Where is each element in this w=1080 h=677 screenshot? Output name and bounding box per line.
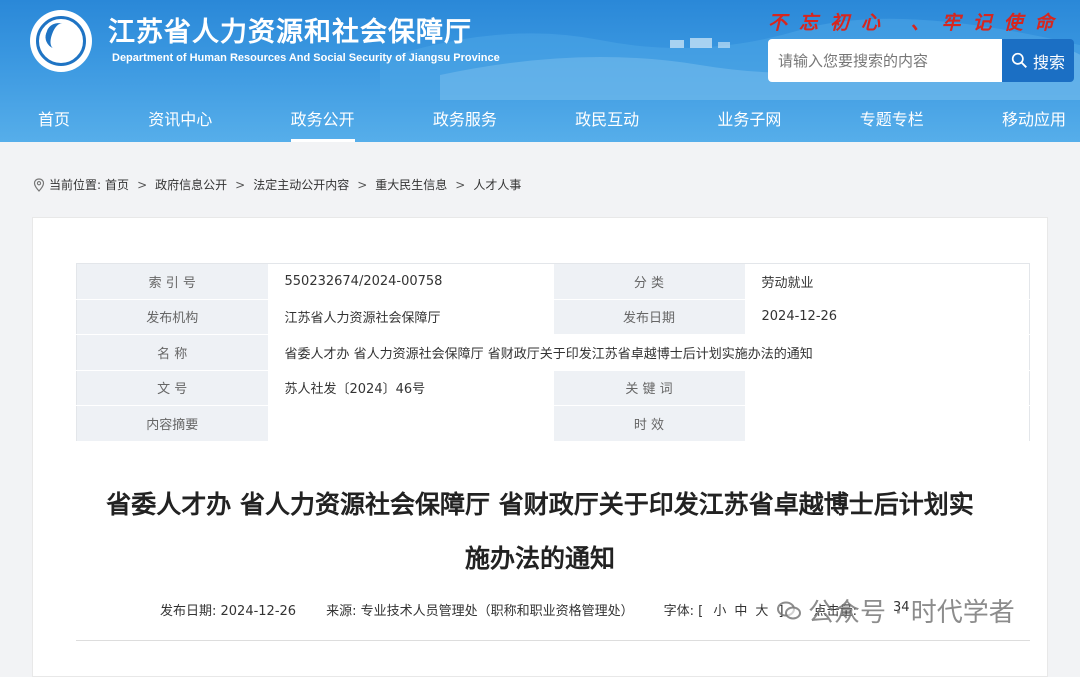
breadcrumb: 当前位置: 首页 > 政府信息公开 > 法定主动公开内容 > 重大民生信息 > … bbox=[33, 176, 521, 193]
site-header: 江苏省人力资源和社会保障厅 Department of Human Resour… bbox=[0, 0, 1080, 142]
nav-item-business-subnets[interactable]: 业务子网 bbox=[717, 98, 781, 142]
font-size-medium-button[interactable]: 中 bbox=[734, 600, 747, 619]
breadcrumb-home[interactable]: 首页 bbox=[105, 176, 129, 193]
font-size-large-button[interactable]: 大 bbox=[755, 600, 768, 619]
site-subtitle: Department of Human Resources And Social… bbox=[112, 52, 500, 64]
document-name-label: 名 称 bbox=[76, 334, 268, 371]
breadcrumb-separator-icon: > bbox=[235, 177, 246, 192]
wechat-icon bbox=[777, 601, 801, 619]
document-title-line-2: 施办法的通知 bbox=[464, 544, 615, 573]
search-button-label: 搜索 bbox=[1032, 52, 1065, 72]
abstract-label: 内容摘要 bbox=[76, 405, 268, 442]
table-row: 发布机构 江苏省人力资源社会保障厅 发布日期 2024-12-26 bbox=[76, 298, 1030, 335]
publish-date-label: 发布日期 bbox=[553, 298, 745, 335]
nav-item-home[interactable]: 首页 bbox=[38, 98, 70, 142]
header-slogan: 不忘初心 、牢记使命 bbox=[768, 12, 1066, 34]
breadcrumb-statutory-content[interactable]: 法定主动公开内容 bbox=[253, 176, 349, 193]
nav-item-government-affairs-disclosure[interactable]: 政务公开 bbox=[290, 98, 355, 142]
table-row: 文 号 苏人社发〔2024〕46号 关 键 词 bbox=[76, 369, 1030, 406]
watermark-text: 公众号 · 时代学者 bbox=[808, 598, 1015, 628]
breadcrumb-separator-icon: > bbox=[455, 177, 466, 192]
validity-label: 时 效 bbox=[553, 405, 745, 442]
abstract-value bbox=[267, 405, 554, 442]
validity-value bbox=[744, 405, 1030, 442]
table-row: 索 引 号 550232674/2024-00758 分 类 劳动就业 bbox=[76, 263, 1030, 300]
document-name-value: 省委人才办 省人力资源社会保障厅 省财政厅关于印发江苏省卓越博士后计划实施办法的… bbox=[267, 334, 1030, 371]
keywords-label: 关 键 词 bbox=[553, 369, 745, 406]
publish-date-value: 2024-12-26 bbox=[744, 298, 1030, 335]
breadcrumb-separator-icon: > bbox=[357, 177, 368, 192]
index-number-label: 索 引 号 bbox=[76, 263, 268, 300]
breadcrumb-prefix: 当前位置: bbox=[49, 178, 102, 192]
breadcrumb-livelihood-info[interactable]: 重大民生信息 bbox=[375, 176, 447, 193]
table-row: 内容摘要 时 效 bbox=[76, 405, 1030, 442]
breadcrumb-gov-info-disclosure[interactable]: 政府信息公开 bbox=[155, 176, 227, 193]
wechat-watermark: 公众号 · 时代学者 bbox=[776, 592, 1015, 629]
site-logo[interactable] bbox=[30, 10, 92, 72]
font-size-label: 字体: [ bbox=[663, 604, 704, 619]
publisher-value: 江苏省人力资源社会保障厅 bbox=[267, 298, 554, 335]
breadcrumb-separator-icon: > bbox=[137, 177, 148, 192]
table-row: 名 称 省委人才办 省人力资源社会保障厅 省财政厅关于印发江苏省卓越博士后计划实… bbox=[76, 334, 1030, 371]
document-publish-date: 发布日期: 2024-12-26 bbox=[160, 604, 297, 619]
nav-item-news-center[interactable]: 资讯中心 bbox=[148, 98, 212, 142]
document-number-label: 文 号 bbox=[76, 369, 268, 406]
search-icon bbox=[1011, 52, 1027, 68]
font-size-small-button[interactable]: 小 bbox=[713, 600, 726, 619]
document-title-line-1: 省委人才办 省人力资源社会保障厅 省财政厅关于印发江苏省卓越博士后计划实 bbox=[106, 490, 974, 519]
document-source: 来源: 专业技术人员管理处（职称和职业资格管理处） bbox=[326, 604, 634, 619]
main-nav: 首页 资讯中心 政务公开 政务服务 政民互动 业务子网 专题专栏 移动应用 bbox=[0, 98, 1080, 142]
index-number-value: 550232674/2024-00758 bbox=[267, 263, 554, 300]
content-divider bbox=[76, 640, 1030, 641]
search-input[interactable] bbox=[768, 39, 1002, 82]
nav-item-mobile-apps[interactable]: 移动应用 bbox=[1002, 98, 1066, 142]
location-pin-icon bbox=[33, 177, 45, 192]
nav-item-special-topics[interactable]: 专题专栏 bbox=[860, 98, 924, 142]
keywords-value bbox=[744, 369, 1030, 406]
nav-item-public-interaction[interactable]: 政民互动 bbox=[575, 98, 639, 142]
nav-item-government-services[interactable]: 政务服务 bbox=[433, 98, 497, 142]
document-metadata-table: 索 引 号 550232674/2024-00758 分 类 劳动就业 发布机构… bbox=[76, 263, 1030, 442]
search-button[interactable]: 搜索 bbox=[1002, 39, 1074, 82]
document-number-value: 苏人社发〔2024〕46号 bbox=[267, 369, 554, 406]
breadcrumb-talent-personnel[interactable]: 人才人事 bbox=[473, 176, 521, 193]
font-size-control: 字体: [ 小 中 大 ] bbox=[664, 600, 784, 619]
category-value: 劳动就业 bbox=[744, 263, 1030, 300]
document-title: 省委人才办 省人力资源社会保障厅 省财政厅关于印发江苏省卓越博士后计划实 施办法… bbox=[60, 478, 1020, 586]
category-label: 分 类 bbox=[553, 263, 745, 300]
publisher-label: 发布机构 bbox=[76, 298, 268, 335]
site-title[interactable]: 江苏省人力资源和社会保障厅 bbox=[108, 10, 472, 49]
